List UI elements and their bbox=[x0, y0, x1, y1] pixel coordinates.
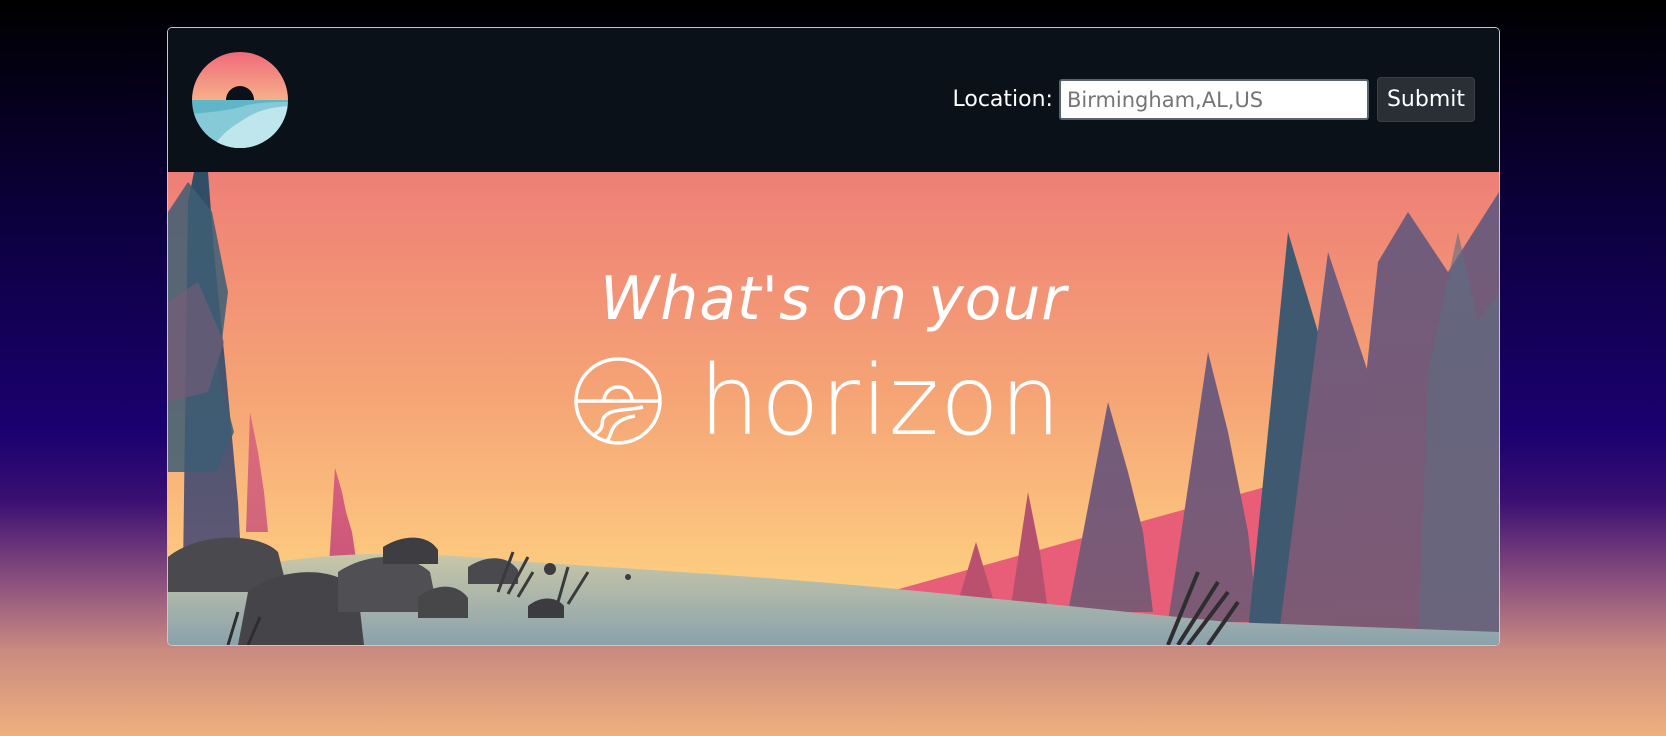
brand-name: horizon bbox=[699, 345, 1062, 457]
location-label: Location: bbox=[952, 87, 1053, 112]
location-form: Location: Submit bbox=[952, 77, 1475, 122]
horizon-line-icon bbox=[574, 357, 662, 445]
hero-banner: What's on your horizon bbox=[168, 172, 1499, 645]
brand-lockup: horizon bbox=[573, 345, 1062, 457]
location-input[interactable] bbox=[1058, 79, 1369, 120]
hero-tagline: What's on your bbox=[599, 264, 1068, 334]
submit-button[interactable]: Submit bbox=[1376, 77, 1475, 122]
app-card: Location: Submit bbox=[167, 27, 1500, 646]
header-bar: Location: Submit bbox=[168, 28, 1499, 172]
sunset-horizon-logo-icon[interactable] bbox=[192, 52, 288, 148]
